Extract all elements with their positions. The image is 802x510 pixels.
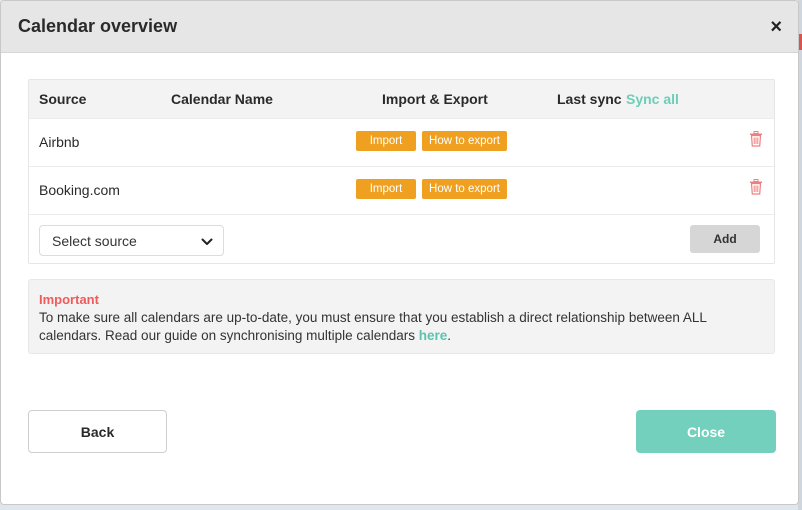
how-to-export-button[interactable]: How to export — [422, 131, 507, 151]
source-name: Booking.com — [39, 182, 120, 198]
header-last-sync: Last sync — [557, 91, 622, 107]
modal-title: Calendar overview — [18, 16, 178, 36]
modal-header: Calendar overview × — [1, 1, 798, 53]
chevron-down-icon — [201, 233, 213, 249]
add-button[interactable]: Add — [690, 225, 760, 253]
notice-title: Important — [39, 292, 99, 307]
table-row: Airbnb Import How to export — [29, 118, 774, 166]
calendar-table: Source Calendar Name Import & Export Las… — [28, 79, 775, 264]
back-button[interactable]: Back — [28, 410, 167, 453]
calendar-overview-modal: Calendar overview × Source Calendar Name… — [0, 0, 799, 505]
how-to-export-button[interactable]: How to export — [422, 179, 507, 199]
import-button[interactable]: Import — [356, 179, 416, 199]
close-button[interactable]: Close — [636, 410, 776, 453]
source-name: Airbnb — [39, 134, 80, 150]
guide-link[interactable]: here — [419, 328, 448, 343]
important-notice: Important To make sure all calendars are… — [28, 279, 775, 354]
source-select[interactable]: Select source — [39, 225, 224, 256]
trash-icon[interactable] — [749, 179, 763, 198]
source-select-value: Select source — [52, 232, 137, 249]
header-source: Source — [39, 91, 87, 107]
sync-all-link[interactable]: Sync all — [626, 91, 679, 107]
close-icon[interactable]: × — [770, 17, 782, 37]
table-row: Booking.com Import How to export — [29, 166, 774, 214]
import-button[interactable]: Import — [356, 131, 416, 151]
table-header: Source Calendar Name Import & Export Las… — [29, 80, 774, 118]
header-import-export: Import & Export — [382, 91, 488, 107]
notice-body: To make sure all calendars are up-to-dat… — [39, 310, 707, 343]
notice-text: To make sure all calendars are up-to-dat… — [39, 309, 764, 345]
add-source-row: Select source Add — [29, 214, 774, 266]
trash-icon[interactable] — [749, 131, 763, 150]
header-calendar-name: Calendar Name — [171, 91, 273, 107]
notice-end: . — [447, 328, 452, 343]
